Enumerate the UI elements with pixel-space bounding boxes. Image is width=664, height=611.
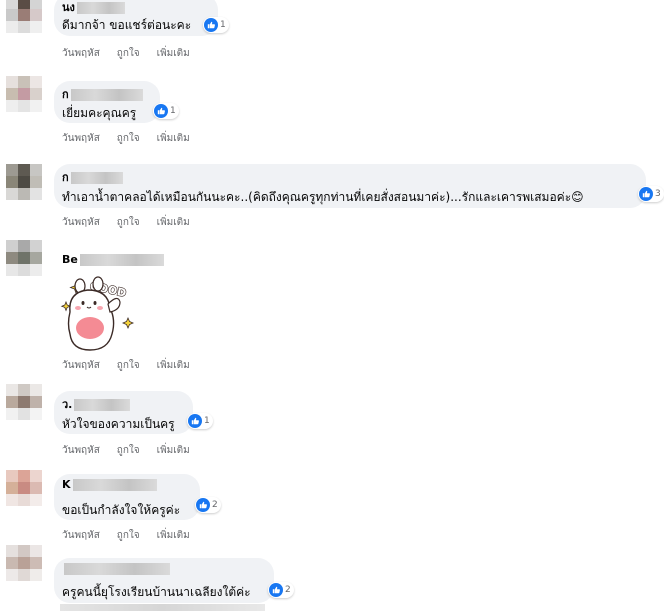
like-link[interactable]: ถูกใจ xyxy=(117,445,140,456)
reaction-count: 2 xyxy=(285,585,291,595)
comment-bubble: นง ดีมากจ้า ขอแชร์ต่อนะคะ xyxy=(54,0,218,36)
avatar[interactable] xyxy=(6,470,42,506)
more-link[interactable]: เพิ่มเติม xyxy=(157,530,190,541)
redacted-name xyxy=(70,89,143,101)
redacted-name xyxy=(72,479,157,491)
more-link[interactable]: เพิ่มเติม xyxy=(157,360,190,371)
redacted-name xyxy=(74,399,131,411)
like-icon xyxy=(188,414,202,428)
avatar[interactable] xyxy=(6,545,42,581)
timestamp-link[interactable]: วันพฤหัส xyxy=(62,445,100,456)
bear-good-sticker[interactable]: GOOD xyxy=(58,272,144,356)
commenter-name[interactable]: ก xyxy=(62,168,123,186)
comment-actions: วันพฤหัส ถูกใจ เพิ่มเติม xyxy=(62,131,207,146)
reaction-count: 1 xyxy=(170,106,176,116)
commenter-name[interactable]: K xyxy=(62,478,157,491)
reaction-count: 2 xyxy=(212,500,218,510)
redacted-footer xyxy=(60,604,265,611)
avatar[interactable] xyxy=(6,76,42,112)
commenter-name[interactable]: ก xyxy=(62,85,143,103)
reaction-badge[interactable]: 1 xyxy=(153,103,179,119)
commenter-name[interactable]: นง xyxy=(62,0,125,16)
like-icon xyxy=(154,104,168,118)
comment-text: หัวใจของความเป็นครู xyxy=(62,417,175,431)
like-icon xyxy=(204,18,218,32)
comment-bubble: ก เยี่ยมคะคุณครู xyxy=(54,81,160,123)
comment-bubble: ว. หัวใจของความเป็นครู xyxy=(54,391,193,434)
like-icon xyxy=(639,187,653,201)
reaction-badge[interactable]: 1 xyxy=(203,17,229,33)
reaction-badge[interactable]: 1 xyxy=(187,413,213,429)
commenter-name[interactable]: Be xyxy=(62,253,164,266)
like-link[interactable]: ถูกใจ xyxy=(117,217,140,228)
like-link[interactable]: ถูกใจ xyxy=(117,133,140,144)
reaction-badge[interactable]: 3 xyxy=(638,186,664,202)
comment-text: ครูคนนี้ยุโรงเรียนบ้านนาเฉลียงใต้ค่ะ xyxy=(62,585,251,599)
comment-text: ขอเป็นกำลังใจให้ครูค่ะ xyxy=(62,503,181,517)
avatar[interactable] xyxy=(6,384,42,420)
comment-text: เยี่ยมคะคุณครู xyxy=(62,106,137,120)
timestamp-link[interactable]: วันพฤหัส xyxy=(62,48,100,59)
redacted-name xyxy=(79,254,164,266)
avatar[interactable] xyxy=(6,0,42,33)
comment-actions: วันพฤหัส ถูกใจ เพิ่มเติม xyxy=(62,215,207,230)
comment-actions: วันพฤหัส ถูกใจ เพิ่มเติม xyxy=(62,443,207,458)
like-icon xyxy=(196,498,210,512)
reaction-badge[interactable]: 2 xyxy=(195,497,221,513)
commenter-name[interactable] xyxy=(62,562,170,575)
timestamp-link[interactable]: วันพฤหัส xyxy=(62,133,100,144)
redacted-name xyxy=(70,172,123,184)
like-link[interactable]: ถูกใจ xyxy=(117,48,140,59)
timestamp-link[interactable]: วันพฤหัส xyxy=(62,217,100,228)
reaction-count: 3 xyxy=(655,189,661,199)
timestamp-link[interactable]: วันพฤหัส xyxy=(62,360,100,371)
more-link[interactable]: เพิ่มเติม xyxy=(157,217,190,228)
comment-text: ทำเอาน้ำตาคลอได้เหมือนกันนะคะ..(คิดถึงคุ… xyxy=(62,190,584,204)
timestamp-link[interactable]: วันพฤหัส xyxy=(62,530,100,541)
comment-actions: วันพฤหัส ถูกใจ เพิ่มเติม xyxy=(62,358,207,373)
comment-bubble: ก ทำเอาน้ำตาคลอได้เหมือนกันนะคะ..(คิดถึง… xyxy=(54,164,646,208)
comment-actions: วันพฤหัส ถูกใจ เพิ่มเติม xyxy=(62,528,207,543)
commenter-name[interactable]: ว. xyxy=(62,395,131,413)
comment-actions: วันพฤหัส ถูกใจ เพิ่มเติม xyxy=(62,46,207,61)
redacted-name xyxy=(64,563,170,575)
more-link[interactable]: เพิ่มเติม xyxy=(157,133,190,144)
reaction-count: 1 xyxy=(220,20,226,30)
comment-text: ดีมากจ้า ขอแชร์ต่อนะคะ xyxy=(62,18,192,32)
reaction-badge[interactable]: 2 xyxy=(268,582,294,598)
avatar[interactable] xyxy=(6,240,42,276)
like-link[interactable]: ถูกใจ xyxy=(117,360,140,371)
comment-bubble: ครูคนนี้ยุโรงเรียนบ้านนาเฉลียงใต้ค่ะ xyxy=(54,558,274,603)
avatar[interactable] xyxy=(6,164,42,200)
more-link[interactable]: เพิ่มเติม xyxy=(157,445,190,456)
comment-bubble: K ขอเป็นกำลังใจให้ครูค่ะ xyxy=(54,474,200,520)
more-link[interactable]: เพิ่มเติม xyxy=(157,48,190,59)
like-icon xyxy=(269,583,283,597)
redacted-name xyxy=(76,2,125,14)
reaction-count: 1 xyxy=(204,416,210,426)
like-link[interactable]: ถูกใจ xyxy=(117,530,140,541)
